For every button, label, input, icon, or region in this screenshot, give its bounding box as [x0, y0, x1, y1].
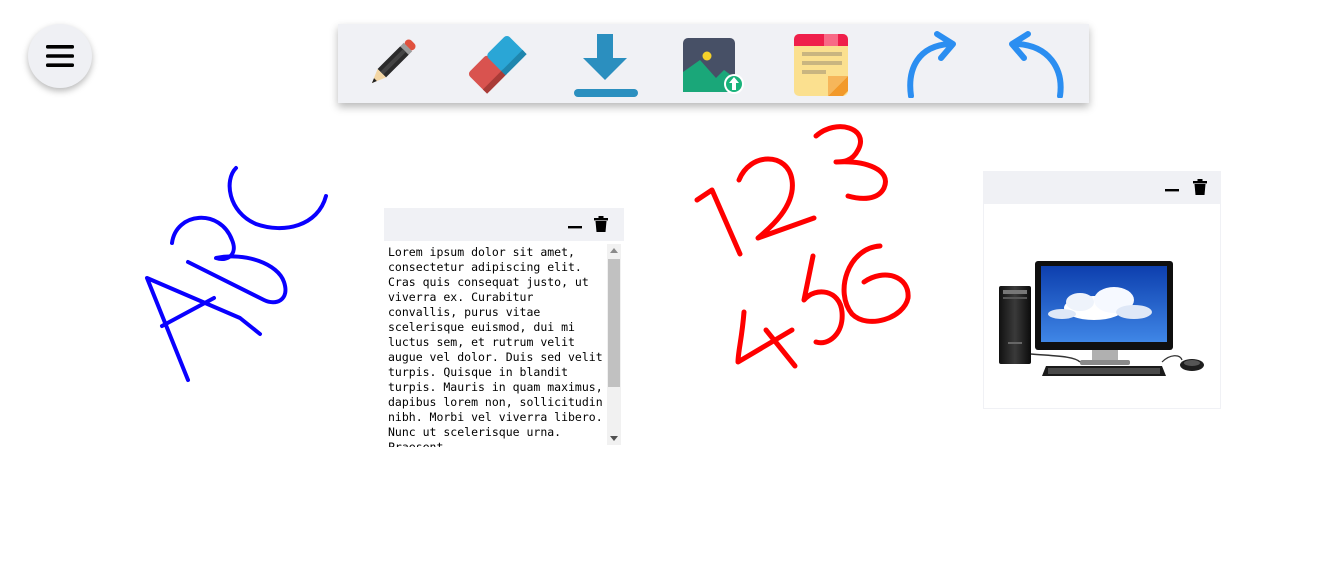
undo-tool-button[interactable]	[998, 28, 1070, 100]
sticky-note-body[interactable]: Lorem ipsum dolor sit amet, consectetur …	[384, 241, 624, 447]
redo-arrow-icon	[907, 31, 956, 98]
scroll-down-arrow-icon[interactable]	[610, 436, 618, 441]
image-minimize-button[interactable]	[1163, 178, 1181, 196]
handwriting-abc	[145, 166, 328, 382]
note-minimize-button[interactable]	[566, 215, 584, 233]
upload-image-tool-button[interactable]	[674, 28, 746, 100]
minimize-icon	[1165, 189, 1179, 192]
image-card-panel[interactable]	[983, 171, 1221, 409]
image-card-header[interactable]	[983, 171, 1221, 204]
menu-button[interactable]	[28, 24, 92, 88]
sticky-note-panel[interactable]: Lorem ipsum dolor sit amet, consectetur …	[384, 208, 624, 447]
image-card-body	[984, 204, 1220, 408]
toolbar	[338, 24, 1089, 103]
sticky-note-tool-button[interactable]	[784, 28, 856, 100]
handwriting-456	[735, 243, 911, 369]
eraser-tool-button[interactable]	[461, 28, 533, 100]
trash-icon	[1193, 179, 1207, 195]
redo-tool-button[interactable]	[893, 28, 965, 100]
note-textarea[interactable]: Lorem ipsum dolor sit amet, consectetur …	[388, 245, 604, 447]
sticky-note-header[interactable]	[384, 208, 624, 241]
desktop-computer-image	[999, 261, 1204, 376]
pencil-tool-button[interactable]	[355, 28, 427, 100]
scroll-thumb[interactable]	[608, 259, 620, 387]
handwriting-123	[694, 124, 888, 257]
download-tool-button[interactable]	[569, 28, 641, 100]
note-scrollbar[interactable]	[607, 244, 621, 445]
download-icon	[574, 34, 638, 97]
minimize-icon	[568, 226, 582, 229]
undo-arrow-icon	[1009, 31, 1064, 98]
image-delete-button[interactable]	[1191, 178, 1209, 196]
pencil-icon	[371, 39, 416, 84]
trash-icon	[594, 216, 608, 232]
image-upload-icon	[683, 38, 744, 94]
scroll-up-arrow-icon[interactable]	[610, 248, 618, 253]
sticky-note-icon	[794, 34, 848, 96]
hamburger-icon	[46, 45, 74, 67]
note-delete-button[interactable]	[592, 215, 610, 233]
eraser-icon	[468, 35, 527, 94]
